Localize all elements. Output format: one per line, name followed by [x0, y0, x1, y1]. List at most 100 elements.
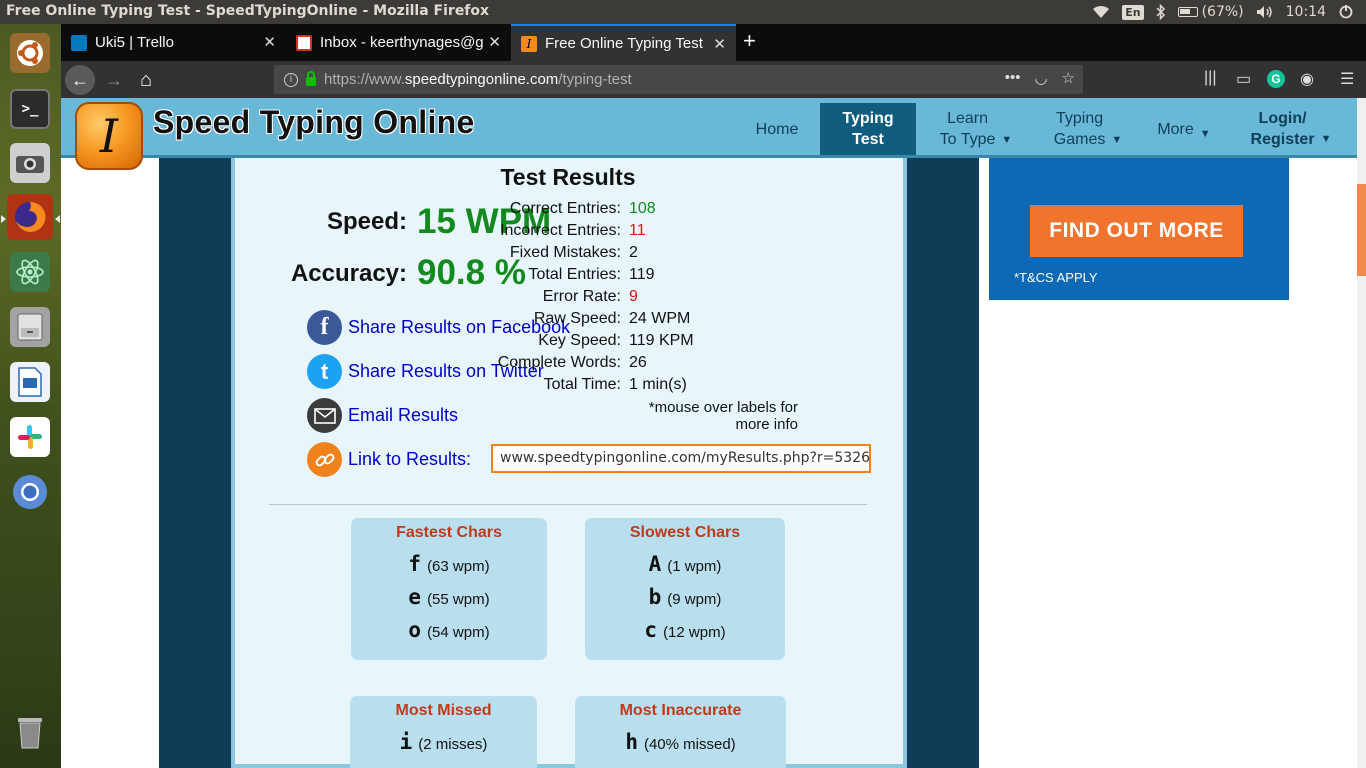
accuracy-label[interactable]: Accuracy: [261, 260, 407, 288]
account-icon[interactable]: ◉ [1300, 69, 1314, 89]
terminal-icon: >_ [10, 89, 50, 129]
grammarly-icon[interactable]: G [1267, 70, 1285, 88]
library-icon[interactable]: ||| [1204, 69, 1216, 87]
ad-find-out-more-button[interactable]: FIND OUT MORE [1030, 205, 1243, 257]
keyboard-language-indicator[interactable]: En [1122, 4, 1144, 20]
volume-icon[interactable] [1256, 5, 1274, 19]
nav-login-register[interactable]: Login/ Register ▼ [1241, 103, 1341, 155]
char-stat: (9 wpm) [667, 591, 722, 608]
window-title: Free Online Typing Test - SpeedTypingOnl… [6, 3, 490, 19]
new-tab-button[interactable]: + [743, 28, 756, 54]
pocket-icon[interactable]: ◡ [1034, 69, 1047, 87]
scrollbar-thumb[interactable] [1357, 184, 1366, 276]
char-row: o (54 wpm) [351, 618, 547, 642]
char-stat: (12 wpm) [663, 624, 726, 641]
stat-label[interactable]: Key Speed: [538, 332, 621, 350]
bluetooth-icon[interactable] [1156, 4, 1166, 20]
lock-icon [306, 71, 316, 86]
close-tab-icon[interactable]: ✕ [263, 33, 276, 51]
nav-more[interactable]: More ▼ [1151, 103, 1217, 155]
char: A [648, 552, 662, 576]
clock[interactable]: 10:14 [1286, 4, 1326, 20]
files-launcher[interactable] [7, 304, 53, 350]
speed-label[interactable]: Speed: [283, 208, 407, 236]
page-actions-icon[interactable]: ••• [1005, 69, 1021, 87]
stat-label[interactable]: Total Entries: [529, 266, 621, 284]
trash-launcher[interactable] [7, 710, 53, 756]
site-name[interactable]: Speed Typing Online [153, 104, 475, 141]
stat-label[interactable]: Total Time: [544, 376, 621, 394]
email-results-link[interactable]: Email Results [348, 405, 458, 426]
battery-indicator[interactable]: (67%) [1177, 4, 1244, 20]
site-info-icon[interactable]: i [284, 72, 298, 87]
menu-icon[interactable]: ☰ [1340, 69, 1354, 89]
nav-typing-games[interactable]: Typing Games ▼ [1046, 103, 1130, 155]
nav-learn-to-type[interactable]: Learn To Type ▼ [931, 103, 1021, 155]
most-inaccurate-box: Most Inaccurate h (40% missed) [575, 696, 786, 768]
back-button[interactable]: ← [65, 65, 95, 95]
char-row: A (1 wpm) [585, 552, 785, 576]
site-logo[interactable]: I [75, 102, 143, 170]
tab-gmail[interactable]: Inbox - keerthynages@g ✕ [286, 24, 511, 61]
firefox-launcher[interactable] [7, 194, 53, 240]
stat-label[interactable]: Complete Words: [498, 354, 621, 372]
results-link-field[interactable]: www.speedtypingonline.com/myResults.php?… [491, 444, 871, 473]
nav-home[interactable]: Home [737, 103, 817, 155]
terminal-launcher[interactable]: >_ [7, 86, 53, 132]
char-row: e (55 wpm) [351, 585, 547, 609]
facebook-icon: f [307, 310, 342, 345]
tab-speedtyping[interactable]: I Free Online Typing Test ✕ [511, 24, 736, 61]
chromium-icon [10, 472, 50, 512]
stat-label[interactable]: Incorrect Entries: [500, 222, 621, 240]
fastest-chars-box: Fastest Chars f (63 wpm) e (55 wpm) o (54 w… [351, 518, 547, 660]
trello-icon [71, 34, 87, 51]
share-facebook[interactable]: f Share Results on Facebook [307, 310, 570, 345]
stat-label[interactable]: Correct Entries: [510, 200, 621, 218]
stat-value: 24 WPM [629, 310, 691, 327]
dropdown-arrow-icon: ▼ [1199, 127, 1211, 140]
stat-label[interactable]: Error Rate: [543, 288, 621, 306]
sidebar-icon[interactable]: ▭ [1236, 69, 1251, 89]
char: b [648, 585, 662, 609]
nav-label: More [1157, 120, 1194, 138]
forward-button[interactable]: → [99, 65, 129, 95]
ubuntu-launcher: >_ [0, 24, 61, 768]
firefox-icon [10, 197, 50, 237]
camera-icon [10, 143, 50, 183]
tab-trello[interactable]: Uki5 | Trello ✕ [61, 24, 286, 61]
wifi-icon[interactable] [1092, 5, 1110, 19]
stat-label[interactable]: Raw Speed: [534, 310, 621, 328]
twitter-icon: t [307, 354, 342, 389]
chromium-launcher[interactable] [7, 469, 53, 515]
camera-launcher[interactable] [7, 140, 53, 186]
gmail-icon [296, 34, 312, 51]
stat-value: 119 [629, 266, 655, 283]
close-tab-icon[interactable]: ✕ [488, 33, 501, 51]
share-email[interactable]: Email Results [307, 398, 458, 433]
logo-letter: I [99, 109, 119, 163]
power-settings-icon[interactable] [1338, 4, 1354, 20]
slack-launcher[interactable] [7, 414, 53, 460]
char-stat: (1 wpm) [667, 558, 722, 575]
browser-tab-bar: Uki5 | Trello ✕ Inbox - keerthynages@g ✕… [61, 24, 1366, 61]
slack-icon [10, 417, 50, 457]
stat-value: 11 [629, 222, 646, 239]
nav-typing-test[interactable]: Typing Test [820, 103, 916, 155]
char-stat: (55 wpm) [427, 591, 490, 608]
slowest-chars-box: Slowest Chars A (1 wpm) b (9 wpm) c (12 wpm… [585, 518, 785, 660]
nav-label: Home [755, 120, 799, 138]
home-button[interactable]: ⌂ [131, 65, 161, 95]
writer-launcher[interactable] [7, 359, 53, 405]
atom-launcher[interactable] [7, 249, 53, 295]
box-title: Most Inaccurate [619, 702, 742, 719]
url-bar[interactable]: i https://www. speedtypingonline.com/typi… [274, 65, 1083, 94]
stat-label[interactable]: Fixed Mistakes: [510, 244, 621, 262]
results-title: Test Results [500, 164, 636, 190]
most-missed-box: Most Missed i (2 misses) [350, 696, 537, 768]
ubuntu-dash-button[interactable] [7, 30, 53, 76]
battery-icon [1177, 7, 1198, 17]
char-row: b (9 wpm) [585, 585, 785, 609]
close-tab-icon[interactable]: ✕ [713, 35, 726, 53]
page-scrollbar[interactable] [1357, 98, 1366, 768]
bookmark-star-icon[interactable]: ☆ [1062, 69, 1075, 87]
